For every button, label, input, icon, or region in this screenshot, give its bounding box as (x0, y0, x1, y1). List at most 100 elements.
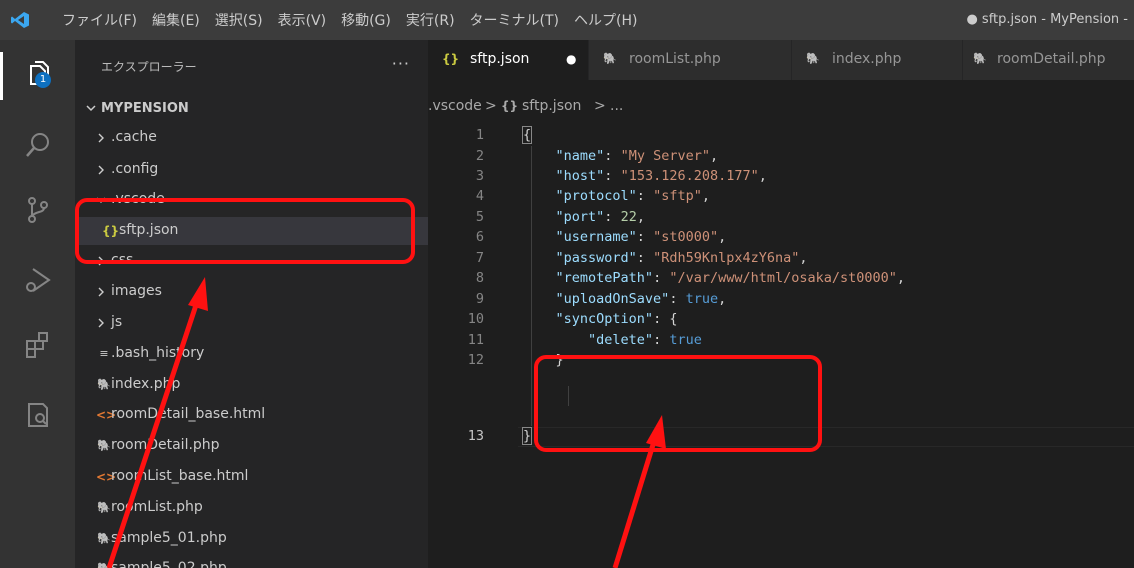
menu-selection[interactable]: 選択(S) (215, 10, 263, 30)
tree-item-sample5-01-php[interactable]: 🐘 sample5_01.php (75, 525, 428, 553)
tab-label: roomDetail.php (997, 51, 1106, 67)
line-number: 4 (475, 188, 484, 204)
line-number: 7 (475, 250, 484, 266)
run-debug-activity-button[interactable] (23, 265, 53, 295)
html-file-icon: <> (96, 470, 117, 484)
php-file-icon: 🐘 (97, 501, 111, 514)
tree-item-cache[interactable]: .cache (75, 124, 428, 152)
tree-item-images[interactable]: images (75, 278, 428, 306)
explorer-activity-button[interactable]: 1 (23, 60, 53, 90)
search-activity-button[interactable] (23, 130, 53, 160)
code-line: { (521, 126, 533, 144)
menu-view[interactable]: 表示(V) (278, 10, 327, 30)
php-file-icon: 🐘 (806, 52, 820, 65)
breadcrumb-file[interactable]: sftp.json (522, 98, 581, 114)
php-file-icon: 🐘 (96, 561, 112, 568)
code-line: } (521, 427, 533, 445)
line-number: 13 (467, 428, 484, 444)
php-file-icon: 🐘 (97, 439, 111, 452)
json-number: 22 (620, 209, 637, 225)
json-key: "host" (555, 168, 605, 184)
extensions-activity-button[interactable] (23, 330, 53, 360)
tree-item-label: roomDetail_base.html (111, 406, 266, 422)
tab-roomlist-php[interactable]: 🐘 roomList.php (589, 40, 791, 80)
tab-index-php[interactable]: 🐘 index.php (792, 40, 962, 80)
json-file-icon: {} (501, 99, 519, 113)
tree-item-roomdetail-base-html[interactable]: <> roomDetail_base.html (75, 401, 428, 429)
window-title: ● sftp.json - MyPension - (966, 12, 1128, 27)
json-key: "port" (555, 209, 605, 225)
json-string: "153.126.208.177" (620, 168, 759, 184)
tree-item-sample5-02-php[interactable]: 🐘 sample5_02.php (75, 555, 428, 568)
remote-explorer-activity-button[interactable] (23, 400, 53, 430)
workspace-folder-name: MYPENSION (101, 101, 189, 116)
run-debug-icon (26, 268, 51, 292)
breadcrumb-symbol[interactable]: ... (610, 98, 623, 114)
bracket-match: { (521, 126, 533, 144)
tab-roomdetail-php[interactable]: 🐘 roomDetail.php (963, 40, 1134, 80)
tree-item-label: index.php (111, 376, 181, 392)
breadcrumb-separator: > (485, 98, 497, 114)
json-boolean: true (685, 291, 719, 307)
tree-item-bash-history[interactable]: ≡ .bash_history (75, 340, 428, 368)
breadcrumb: .vscode > {} sftp.json > ... (428, 80, 1134, 124)
json-key: "remotePath" (555, 270, 654, 286)
breadcrumb-separator: > (594, 98, 606, 114)
line-number: 8 (475, 270, 484, 286)
tab-bar: {} sftp.json ● 🐘 roomList.php 🐘 index.ph… (428, 40, 1134, 80)
tree-item-label: roomList_base.html (111, 468, 249, 484)
tree-item-label: sample5_01.php (111, 530, 227, 546)
tree-item-label: js (111, 314, 123, 330)
menu-help[interactable]: ヘルプ(H) (574, 10, 637, 30)
php-file-icon: 🐘 (973, 52, 987, 65)
tree-item-config[interactable]: .config (75, 156, 428, 184)
source-control-activity-button[interactable] (23, 195, 53, 225)
json-key: "name" (555, 148, 605, 164)
json-key: "uploadOnSave" (555, 291, 670, 307)
explorer-title: エクスプローラー (101, 60, 197, 74)
editor-area: {} sftp.json ● 🐘 roomList.php 🐘 index.ph… (428, 40, 1134, 568)
extensions-icon (26, 332, 48, 358)
menu-file[interactable]: ファイル(F) (62, 10, 137, 30)
chevron-right-icon (98, 287, 104, 297)
php-file-icon: 🐘 (97, 378, 111, 391)
json-boolean: true (669, 332, 702, 348)
tree-item-label: .config (111, 161, 159, 177)
tab-sftp-json[interactable]: {} sftp.json ● (428, 40, 588, 80)
line-number: 1 (475, 127, 484, 143)
tree-item-roomlist-base-html[interactable]: <> roomList_base.html (75, 463, 428, 491)
menu-terminal[interactable]: ターミナル(T) (470, 10, 559, 30)
line-number: 2 (475, 148, 484, 164)
code-editor[interactable]: 1 2 3 4 5 6 7 8 9 10 11 12 13 { "name": … (428, 124, 1134, 568)
tree-item-roomdetail-php[interactable]: 🐘 roomDetail.php (75, 432, 428, 460)
tree-item-roomlist-php[interactable]: 🐘 roomList.php (75, 494, 428, 522)
menu-bar: ファイル(F) 編集(E) 選択(S) 表示(V) 移動(G) 実行(R) ター… (62, 0, 652, 40)
tree-item-label: .cache (111, 129, 157, 145)
activity-bar: 1 (0, 40, 75, 568)
tree-item-index-php[interactable]: 🐘 index.php (75, 371, 428, 399)
json-key: "password" (555, 250, 637, 266)
json-string: "st0000" (653, 229, 719, 245)
line-number: 6 (475, 229, 484, 245)
line-number: 3 (475, 168, 484, 184)
search-icon (26, 133, 49, 157)
menu-go[interactable]: 移動(G) (341, 10, 391, 30)
code-line: "username": "st0000", (555, 229, 727, 245)
more-actions-button[interactable]: ··· (392, 54, 410, 73)
breadcrumb-vscode[interactable]: .vscode (428, 98, 482, 114)
chevron-down-icon (86, 105, 96, 112)
tree-item-js[interactable]: js (75, 309, 428, 337)
workspace-folder-header[interactable]: MYPENSION (75, 96, 428, 122)
unsaved-dot-icon[interactable]: ● (566, 52, 576, 66)
php-file-icon: 🐘 (97, 532, 111, 545)
html-file-icon: <> (96, 408, 117, 422)
menu-edit[interactable]: 編集(E) (152, 10, 200, 30)
tree-item-label: sample5_02.php (111, 560, 227, 568)
menu-run[interactable]: 実行(R) (406, 10, 455, 30)
explorer-sidebar: エクスプローラー ··· MYPENSION .cache .config .v… (75, 40, 428, 568)
tree-item-label: .bash_history (111, 345, 205, 361)
code-line: "password": "Rdh59Knlpx4zY6na", (555, 250, 808, 266)
json-string: "My Server" (620, 148, 710, 164)
changes-badge: 1 (35, 72, 51, 88)
json-key: "syncOption" (555, 311, 654, 327)
